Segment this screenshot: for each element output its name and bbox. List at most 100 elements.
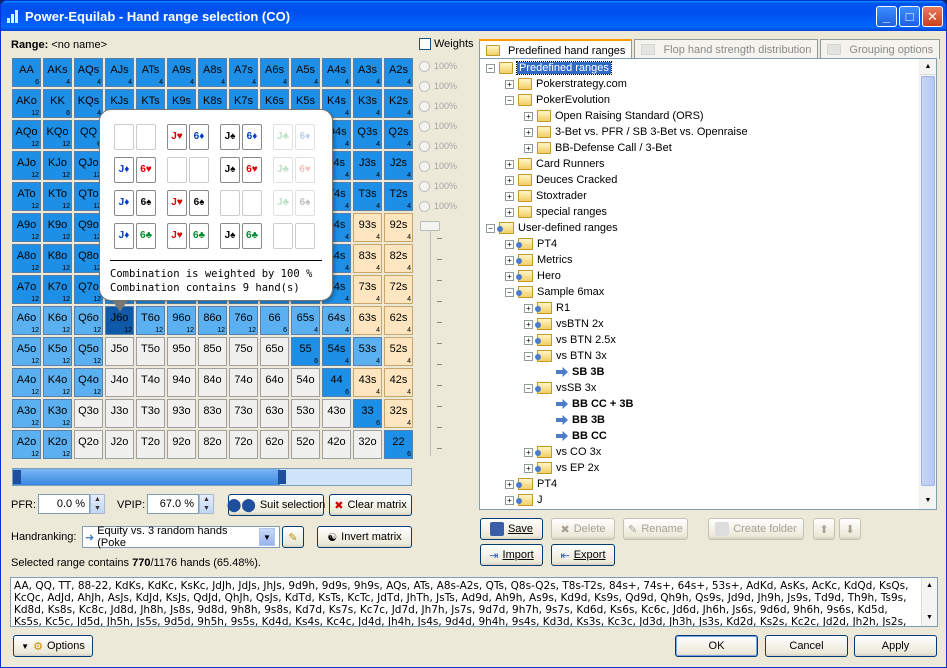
options-button[interactable]: ▼ ⚙ Options	[13, 635, 93, 657]
tab-predefined-hand-ranges[interactable]: Predefined hand ranges	[479, 39, 633, 60]
matrix-cell-Q6o[interactable]: Q6o 12	[74, 306, 103, 335]
apply-button[interactable]: Apply	[854, 635, 937, 657]
matrix-cell-AKo[interactable]: AKo 12	[12, 89, 41, 118]
expand-icon[interactable]: +	[524, 127, 533, 137]
matrix-cell-T2o[interactable]: T2o	[136, 430, 165, 459]
range-tree[interactable]: − Predefined ranges + Pokerstrategy.com − Pok…	[479, 58, 937, 510]
matrix-cell-74o[interactable]: 74o	[229, 368, 258, 397]
matrix-cell-A3s[interactable]: A3s 4	[353, 58, 382, 87]
ok-button[interactable]: OK	[675, 635, 758, 657]
matrix-cell-J2s[interactable]: J2s 4	[384, 151, 413, 180]
matrix-cell-T3s[interactable]: T3s 4	[353, 182, 382, 211]
matrix-cell-KK[interactable]: KK 6	[43, 89, 72, 118]
tree-item[interactable]: − vsSB 3x	[524, 380, 596, 396]
tree-item[interactable]: + Pokerstrategy.com	[505, 76, 627, 92]
weight-row[interactable]: 100%	[419, 98, 469, 114]
weight-row[interactable]: 100%	[419, 78, 469, 94]
matrix-cell-85o[interactable]: 85o	[198, 337, 227, 366]
matrix-cell-K2s[interactable]: K2s 4	[384, 89, 413, 118]
matrix-cell-AQs[interactable]: AQs 4	[74, 58, 103, 87]
matrix-cell-A4o[interactable]: A4o 12	[12, 368, 41, 397]
tree-item[interactable]: + vs CO 3x	[524, 444, 601, 460]
matrix-cell-K3s[interactable]: K3s 4	[353, 89, 382, 118]
matrix-cell-A6s[interactable]: A6s 4	[260, 58, 289, 87]
weight-row[interactable]: 100%	[419, 138, 469, 154]
matrix-cell-A4s[interactable]: A4s 4	[322, 58, 351, 87]
weight-row[interactable]: 100%	[419, 158, 469, 174]
combo-pair[interactable]	[114, 124, 158, 150]
matrix-cell-T6o[interactable]: T6o 12	[136, 306, 165, 335]
expand-icon[interactable]: +	[524, 303, 533, 313]
range-slider-thumb-left[interactable]	[13, 470, 21, 484]
matrix-cell-T4o[interactable]: T4o	[136, 368, 165, 397]
matrix-cell-K7o[interactable]: K7o 12	[43, 275, 72, 304]
expand-icon[interactable]: +	[505, 271, 514, 281]
clear-matrix-button[interactable]: ✖ Clear matrix	[329, 494, 412, 516]
matrix-cell-Q4o[interactable]: Q4o 12	[74, 368, 103, 397]
matrix-cell-53s[interactable]: 53s 4	[353, 337, 382, 366]
matrix-cell-44[interactable]: 44 6	[322, 368, 351, 397]
combo-pair[interactable]: J♥ 6♣	[167, 223, 211, 249]
combo-pair[interactable]	[273, 223, 317, 249]
matrix-cell-63o[interactable]: 63o	[260, 399, 289, 428]
collapse-icon[interactable]: −	[505, 95, 514, 105]
matrix-cell-A7o[interactable]: A7o 12	[12, 275, 41, 304]
matrix-cell-ATo[interactable]: ATo 12	[12, 182, 41, 211]
scroll-down-icon[interactable]: ▼	[920, 493, 936, 509]
tree-item[interactable]: + vs EP 2x	[524, 460, 599, 476]
pfr-spinner[interactable]: ▲ ▼	[90, 494, 105, 514]
expand-icon[interactable]: +	[505, 255, 514, 265]
matrix-cell-95o[interactable]: 95o	[167, 337, 196, 366]
matrix-cell-62o[interactable]: 62o	[260, 430, 289, 459]
combo-pair[interactable]: J♣ 6♥	[273, 157, 317, 183]
expand-icon[interactable]: +	[505, 207, 514, 217]
weights-toggle[interactable]: Weights	[419, 38, 474, 50]
matrix-cell-33[interactable]: 33 6	[353, 399, 382, 428]
tab-grouping-options[interactable]: Grouping options	[820, 39, 941, 59]
weights-slider-track[interactable]	[430, 231, 431, 456]
matrix-cell-86o[interactable]: 86o 12	[198, 306, 227, 335]
matrix-cell-KQs[interactable]: KQs 4	[74, 89, 103, 118]
matrix-cell-A9s[interactable]: A9s 4	[167, 58, 196, 87]
tree-item[interactable]: + PT4	[505, 236, 557, 252]
matrix-cell-52s[interactable]: 52s 4	[384, 337, 413, 366]
matrix-cell-Q2s[interactable]: Q2s 4	[384, 120, 413, 149]
matrix-cell-A8o[interactable]: A8o 12	[12, 244, 41, 273]
tree-item[interactable]: + R1	[524, 300, 570, 316]
matrix-cell-J2o[interactable]: J2o	[105, 430, 134, 459]
matrix-cell-K9o[interactable]: K9o 12	[43, 213, 72, 242]
matrix-cell-76o[interactable]: 76o 12	[229, 306, 258, 335]
matrix-cell-J3s[interactable]: J3s 4	[353, 151, 382, 180]
matrix-cell-K6o[interactable]: K6o 12	[43, 306, 72, 335]
tree-item[interactable]: + Deuces Cracked	[505, 172, 617, 188]
vpip-spinner[interactable]: ▲ ▼	[199, 494, 214, 514]
create-folder-button[interactable]: Create folder	[708, 518, 804, 540]
matrix-cell-64o[interactable]: 64o	[260, 368, 289, 397]
matrix-cell-Q3o[interactable]: Q3o	[74, 399, 103, 428]
export-button[interactable]: ⇤ Export	[551, 544, 615, 566]
text-scrollbar[interactable]: ▲ ▼	[921, 578, 937, 626]
matrix-cell-93s[interactable]: 93s 4	[353, 213, 382, 242]
weight-radio[interactable]	[419, 60, 430, 72]
matrix-cell-Q2o[interactable]: Q2o	[74, 430, 103, 459]
tree-item[interactable]: + PT4	[505, 476, 557, 492]
matrix-cell-65s[interactable]: 65s 4	[291, 306, 320, 335]
range-slider[interactable]	[12, 468, 412, 486]
expand-icon[interactable]: +	[505, 175, 514, 185]
combo-pair[interactable]: J♣ 6♦	[273, 124, 317, 150]
scroll-thumb[interactable]	[921, 76, 935, 486]
matrix-cell-AJs[interactable]: AJs 4	[105, 58, 134, 87]
matrix-cell-AA[interactable]: AA 6	[12, 58, 41, 87]
combo-pair[interactable]: J♦ 6♣	[114, 223, 158, 249]
rename-button[interactable]: ✎ Rename	[623, 518, 688, 540]
matrix-cell-KQo[interactable]: KQo 12	[43, 120, 72, 149]
combo-pair[interactable]: J♦ 6♠	[114, 190, 158, 216]
matrix-cell-94o[interactable]: 94o	[167, 368, 196, 397]
matrix-cell-54s[interactable]: 54s 4	[322, 337, 351, 366]
import-button[interactable]: ⇥ Import	[480, 544, 543, 566]
weights-slider-thumb[interactable]	[420, 221, 440, 231]
expand-icon[interactable]: +	[505, 495, 514, 505]
tree-item[interactable]: − Predefined ranges	[486, 60, 612, 76]
matrix-cell-T2s[interactable]: T2s 4	[384, 182, 413, 211]
combo-pair[interactable]: J♠ 6♦	[220, 124, 264, 150]
